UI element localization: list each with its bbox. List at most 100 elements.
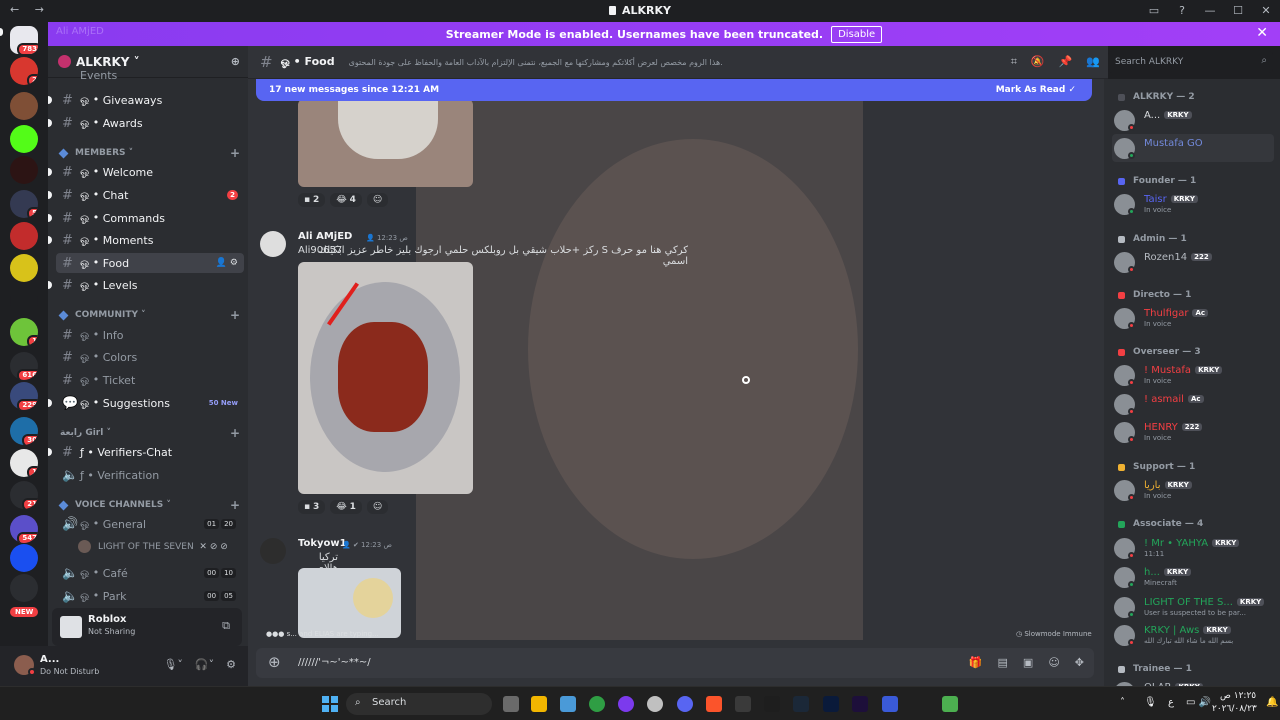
avatar[interactable]	[260, 538, 286, 564]
create-channel-icon[interactable]: +	[230, 426, 240, 440]
reaction-laugh[interactable]: 😂 4	[330, 193, 362, 207]
sticker-icon[interactable]: ▣	[1023, 656, 1033, 669]
server-icon[interactable]	[10, 254, 38, 282]
member-item[interactable]: HENRY 222 In voice	[1112, 418, 1274, 446]
category-members[interactable]: MEMBERS ˅ +	[58, 146, 240, 160]
minimize-button[interactable]: —	[1196, 4, 1224, 17]
channel-info[interactable]: # ஓ • Info	[56, 325, 244, 345]
server-icon[interactable]: 229	[10, 382, 38, 410]
server-icon[interactable]	[10, 156, 38, 184]
notification-bell-icon[interactable]: 🔔	[1266, 697, 1278, 708]
composer-text[interactable]: //////'¬~'~**~/	[298, 657, 371, 668]
mute-bell-icon[interactable]: 🔕	[1031, 55, 1045, 69]
channel-chat[interactable]: # ஓ • Chat 2	[48, 185, 244, 205]
reaction-laugh[interactable]: 😂 1	[330, 500, 362, 514]
chrome-icon[interactable]	[589, 696, 605, 712]
app-icon[interactable]	[647, 696, 663, 712]
store-icon[interactable]	[560, 696, 576, 712]
channel-verifiers-chat[interactable]: # ƒ • Verifiers-Chat	[48, 442, 244, 462]
category-girl[interactable]: رابعة Girl ˅ +	[60, 426, 240, 440]
server-icon[interactable]: 783	[10, 26, 38, 54]
member-list-icon[interactable]: 👥	[1086, 55, 1100, 69]
server-icon[interactable]: 1	[10, 449, 38, 477]
add-reaction-icon[interactable]: ☺	[366, 500, 389, 514]
discord-taskbar-icon[interactable]	[677, 696, 693, 712]
channel-verification[interactable]: 🔈 ƒ • Verification	[56, 465, 244, 485]
member-item[interactable]: A... KRKY	[1112, 106, 1274, 134]
photoshop-icon[interactable]	[823, 696, 839, 712]
member-item[interactable]: ! asmail Ac	[1112, 390, 1274, 418]
premiere-icon[interactable]	[852, 696, 868, 712]
food-image-3[interactable]	[298, 568, 401, 638]
member-item[interactable]: باريا KRKY In voice	[1112, 476, 1274, 504]
close-window-button[interactable]: ✕	[1252, 4, 1280, 17]
voice-user[interactable]: LIGHT OF THE SEVEN ✕ ⊘ ⊘	[78, 540, 228, 553]
threads-icon[interactable]: ⌗	[1011, 55, 1017, 69]
channel-giveaways[interactable]: # ஓ • Giveaways	[48, 90, 244, 110]
message-list[interactable]: ▪ 2 😂 4 ☺ Ali AMjED 👤 12:23 ص كركي هنا م…	[248, 79, 1108, 640]
channel-park[interactable]: 🔈 ஓ • Park 00 05	[56, 586, 244, 606]
message-composer[interactable]: ⊕ //////'¬~'~**~/ 🎁 ▤ ▣ ☺ ✥	[256, 648, 1094, 678]
channel-events[interactable]: Events	[56, 70, 244, 80]
channel-cafe[interactable]: 🔈 ஓ • Café 00 10	[56, 563, 244, 583]
channel-suggestions[interactable]: 💬 ஓ • Suggestions 50 New	[48, 393, 244, 413]
channel-general[interactable]: 🔊 ஓ • General 01 20	[56, 514, 244, 534]
close-banner-button[interactable]: ✕	[1256, 25, 1268, 41]
settings-gear-icon[interactable]: ⚙	[226, 658, 236, 671]
share-screen-icon[interactable]: ⧉	[222, 619, 230, 633]
message-author[interactable]: Tokyow1	[298, 538, 347, 549]
invite-people-icon[interactable]: ⊕	[231, 55, 240, 68]
help-icon[interactable]: ?	[1168, 4, 1196, 17]
user-name[interactable]: A...	[40, 654, 59, 665]
server-icon[interactable]: 547	[10, 515, 38, 543]
guild-name[interactable]: ALKRKY ˅	[76, 55, 140, 69]
clock-date[interactable]: ٢٠٢٦/٠٨/٢٣	[1212, 704, 1257, 714]
minecraft-icon[interactable]	[942, 696, 958, 712]
server-icon[interactable]: 30	[10, 417, 38, 445]
member-item[interactable]: Mustafa GO	[1112, 134, 1274, 162]
server-icon[interactable]: 1	[10, 318, 38, 346]
clock-time[interactable]: ١٢:٢٥ ص	[1220, 691, 1256, 701]
mark-as-read-button[interactable]: Mark As Read ✓	[996, 85, 1076, 95]
create-channel-icon[interactable]: +	[230, 308, 240, 322]
server-icon[interactable]	[10, 544, 38, 572]
channel-colors[interactable]: # ஓ • Colors	[56, 347, 244, 367]
pin-icon[interactable]: 📌	[1059, 55, 1073, 69]
app-icon[interactable]	[882, 696, 898, 712]
app-icon[interactable]	[735, 696, 751, 712]
channel-commands[interactable]: # ஓ • Commands	[48, 208, 244, 228]
member-item[interactable]: h... KRKY Minecraft	[1112, 563, 1274, 591]
channel-ticket[interactable]: # ஓ • Ticket	[56, 370, 244, 390]
disable-streamer-button[interactable]: Disable	[831, 25, 883, 43]
channel-awards[interactable]: # ஓ • Awards	[48, 113, 244, 133]
member-item[interactable]: ! Mustafa KRKY In voice	[1112, 361, 1274, 389]
member-item[interactable]: LIGHT OF THE S... KRKY User is suspected t…	[1112, 593, 1274, 621]
category-community[interactable]: COMMUNITY ˅ +	[58, 308, 240, 322]
new-servers-badge[interactable]: NEW	[10, 607, 39, 617]
food-image-1[interactable]	[298, 99, 473, 187]
server-icon[interactable]: 5	[10, 190, 38, 218]
microphone-tray-icon[interactable]: 🎙	[1144, 697, 1157, 708]
chevron-up-icon[interactable]: ˄	[1120, 697, 1125, 708]
server-icon[interactable]: 2	[10, 57, 38, 85]
maximize-button[interactable]: ☐	[1224, 4, 1252, 17]
file-explorer-icon[interactable]	[531, 696, 547, 712]
language-indicator[interactable]: ع	[1168, 697, 1174, 708]
channel-topic[interactable]: هذا الروم مخصص لعرض أكلاتكم ومشاركتها مع…	[349, 58, 723, 67]
message-author[interactable]: Ali AMjED	[298, 231, 352, 242]
app-icon[interactable]	[618, 696, 634, 712]
channel-food[interactable]: # ஓ • Food 👤 ⚙	[56, 253, 244, 273]
food-image-2[interactable]	[298, 262, 473, 494]
member-item[interactable]: Rozen14 222	[1112, 248, 1274, 276]
server-icon[interactable]	[10, 92, 38, 120]
avatar[interactable]	[260, 231, 286, 257]
member-item[interactable]: KRKY | Aws KRKY بسم الله ما شاء الله تبارك…	[1112, 621, 1274, 649]
create-channel-icon[interactable]: +	[230, 146, 240, 160]
category-voice-channels[interactable]: VOICE CHANNELS ˅ +	[58, 498, 240, 512]
gift-icon[interactable]: 🎁	[969, 656, 983, 669]
server-icon[interactable]	[10, 287, 38, 315]
reaction-blue[interactable]: ▪ 2	[298, 193, 326, 207]
headphones-icon[interactable]: 🎧˅	[195, 658, 214, 671]
search-input[interactable]: Search ALKRKY ⌕	[1108, 51, 1273, 73]
taskbar-search[interactable]: ⌕ Search	[346, 693, 492, 715]
